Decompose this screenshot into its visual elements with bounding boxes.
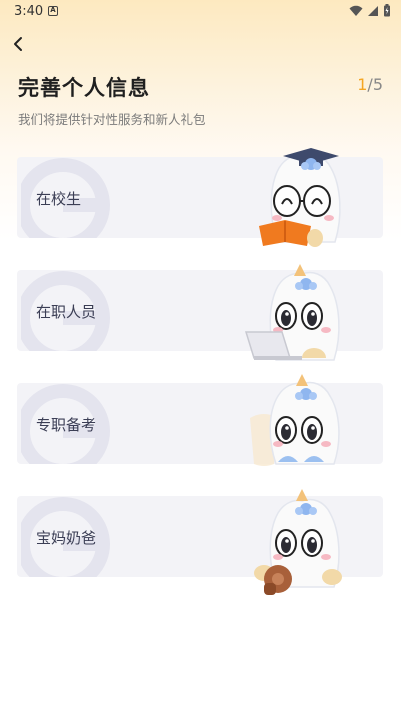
status-time: 3:40 xyxy=(14,4,44,19)
status-bar: 3:40 A xyxy=(0,0,401,24)
page-title: 完善个人信息 xyxy=(18,76,150,100)
step-current: 1 xyxy=(357,75,368,94)
notification-icon: A xyxy=(48,6,58,16)
student-mascot-icon xyxy=(259,148,341,247)
option-label: 专职备考 xyxy=(36,416,97,434)
wifi-icon xyxy=(349,5,363,16)
option-label: 在职人员 xyxy=(36,303,97,321)
exam-mascot-icon xyxy=(250,374,340,466)
parent-mascot-icon xyxy=(254,489,342,595)
back-button[interactable] xyxy=(8,30,32,58)
option-label: 在校生 xyxy=(36,190,82,208)
step-total: /5 xyxy=(367,75,383,94)
status-icons xyxy=(349,4,391,17)
page-subtitle: 我们将提供针对性服务和新人礼包 xyxy=(18,112,206,127)
battery-icon xyxy=(384,4,390,17)
step-indicator: 1/5 xyxy=(357,75,383,94)
worker-mascot-icon xyxy=(244,264,340,361)
signal-icon xyxy=(368,5,378,16)
chevron-left-icon xyxy=(14,37,22,51)
option-label: 宝妈奶爸 xyxy=(36,529,97,547)
